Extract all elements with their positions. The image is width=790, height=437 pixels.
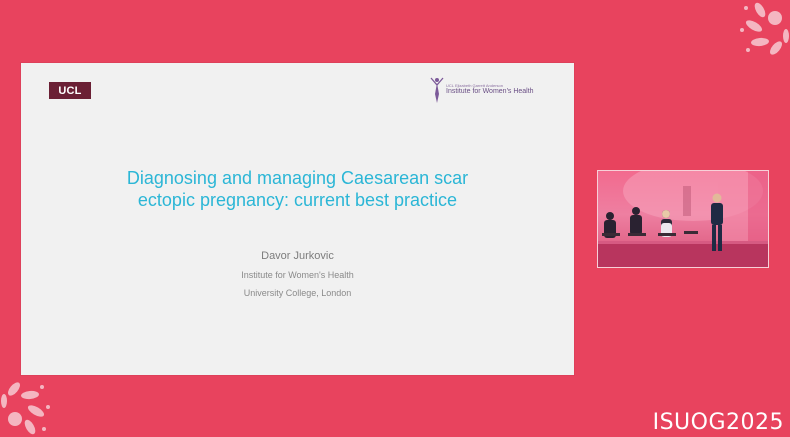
institute-logo: UCL Elizabeth Garrett Anderson Institute… [429,76,534,104]
institute-figure-icon [430,77,444,103]
ucl-logo-text: UCL [58,84,82,97]
slide-title-line-2: ectopic pregnancy: current best practice [137,190,458,210]
event-branding: ISUOG2025 [652,410,784,435]
slide-title: Diagnosing and managing Caesarean scar e… [61,167,534,211]
decorative-ornament-top-right [740,2,789,55]
decorative-ornament-bottom-left [1,382,50,435]
affiliation-university: University College, London [243,288,352,298]
ucl-logo: UCL [49,82,91,99]
speaker-video-feed [597,170,769,268]
institute-logo-text: Institute for Women's Health [446,88,534,95]
affiliation-institute: Institute for Women's Health [241,270,354,280]
presentation-slide: UCL UCL Elizabeth Garrett Anderson Insti… [21,63,574,375]
presenter-name: Davor Jurkovic [261,250,334,262]
stage-scene-image [598,171,768,267]
slide-title-line-1: Diagnosing and managing Caesarean scar [126,168,469,188]
